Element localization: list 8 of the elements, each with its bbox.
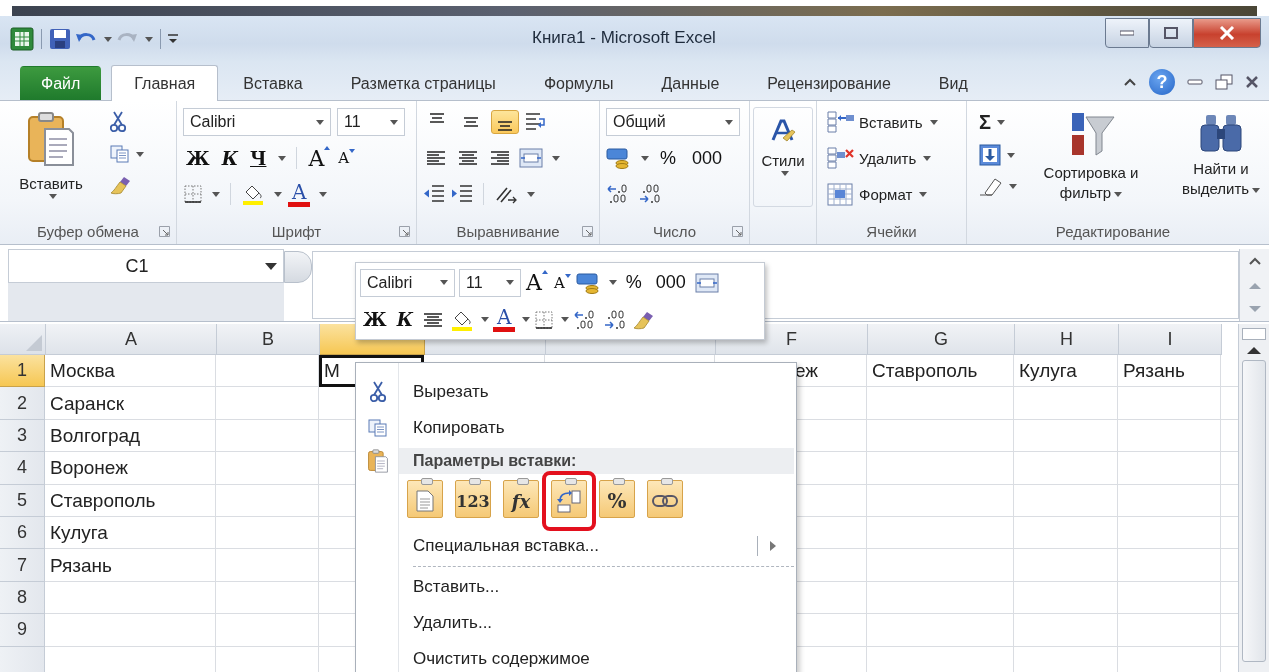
group-label: Редактирование <box>1055 222 1171 240</box>
window-title: Книга1 - Microsoft Excel <box>532 28 716 48</box>
menu-section-header: Параметры вставки: <box>413 452 577 470</box>
group-label: Выравнивание <box>456 222 560 240</box>
group-label: Буфер обмена <box>37 222 139 240</box>
group-label: Шрифт <box>271 222 322 240</box>
group-label: Ячейки <box>866 222 917 240</box>
group-label: Число <box>652 222 697 240</box>
